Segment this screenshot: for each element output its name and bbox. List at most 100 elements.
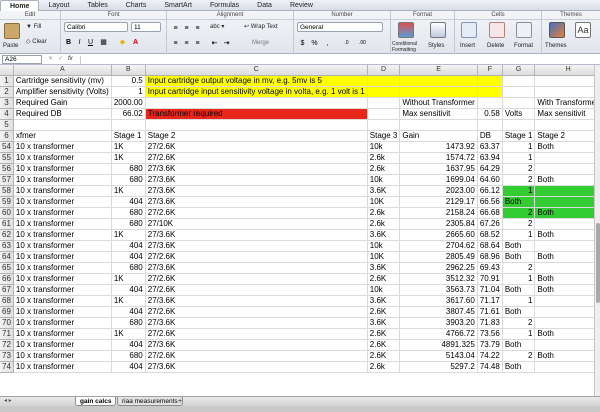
- cell[interactable]: 2.6K: [367, 350, 401, 362]
- cell[interactable]: 2: [502, 174, 536, 186]
- clear-button[interactable]: ◇ Clear: [26, 39, 47, 46]
- cell[interactable]: 404: [111, 251, 146, 263]
- row-header[interactable]: 72: [0, 339, 14, 351]
- name-box[interactable]: A26: [2, 55, 42, 64]
- cell[interactable]: 27/2.6K: [145, 328, 368, 340]
- cell[interactable]: [477, 97, 503, 109]
- paste-icon[interactable]: [4, 23, 20, 39]
- cell[interactable]: [534, 86, 594, 98]
- cell[interactable]: 73.79: [477, 339, 503, 351]
- cell[interactable]: 67.26: [477, 218, 503, 230]
- tab-tables[interactable]: Tables: [78, 0, 116, 11]
- cell[interactable]: 2: [502, 207, 536, 219]
- cell[interactable]: 10 x transformer: [13, 339, 112, 351]
- cell[interactable]: [502, 119, 536, 131]
- bold-button[interactable]: B: [64, 37, 73, 46]
- row-header[interactable]: 63: [0, 240, 14, 252]
- cell[interactable]: Both: [502, 339, 536, 351]
- italic-button[interactable]: I: [75, 37, 84, 46]
- cell[interactable]: Cartridge sensitivity (mv): [13, 75, 112, 87]
- row-header[interactable]: 5: [0, 119, 14, 131]
- delete-label[interactable]: Delete: [487, 43, 504, 50]
- font-color-icon[interactable]: A: [131, 37, 140, 46]
- cell[interactable]: 10 x transformer: [13, 295, 112, 307]
- cell[interactable]: 27/3.6K: [145, 174, 368, 186]
- row-header[interactable]: 57: [0, 174, 14, 186]
- decrease-decimal-icon[interactable]: .00: [358, 38, 367, 47]
- cell[interactable]: 404: [111, 284, 146, 296]
- tab-review[interactable]: Review: [281, 0, 322, 11]
- cell[interactable]: 10 x transformer: [13, 317, 112, 329]
- cell[interactable]: [399, 75, 478, 87]
- cell[interactable]: Input cartridge input sensitivity voltag…: [145, 86, 368, 98]
- cell[interactable]: 10K: [367, 251, 401, 263]
- cell[interactable]: 1K: [111, 229, 146, 241]
- cell[interactable]: Max sensitivit: [534, 108, 594, 120]
- scroll-thumb[interactable]: [596, 223, 600, 303]
- cell[interactable]: 70.91: [477, 273, 503, 285]
- cell[interactable]: 1574.72: [399, 152, 478, 164]
- cell[interactable]: 1: [111, 86, 146, 98]
- enter-icon[interactable]: ✓: [58, 56, 63, 63]
- cell[interactable]: 10 x transformer: [13, 174, 112, 186]
- row-header[interactable]: 56: [0, 163, 14, 175]
- cell[interactable]: 3617.60: [399, 295, 478, 307]
- cell[interactable]: 10k: [367, 284, 401, 296]
- row-header[interactable]: 3: [0, 97, 14, 109]
- align-right-icon[interactable]: ≡: [193, 23, 202, 32]
- align-bottom-icon[interactable]: ≡: [193, 38, 202, 47]
- comma-icon[interactable]: ,: [323, 38, 332, 47]
- cell[interactable]: Both: [534, 350, 594, 362]
- cell[interactable]: 3903.20: [399, 317, 478, 329]
- cell[interactable]: 680: [111, 350, 146, 362]
- conditional-formatting-icon[interactable]: [398, 22, 414, 38]
- cell[interactable]: 10 x transformer: [13, 218, 112, 230]
- cell[interactable]: 2: [534, 317, 594, 329]
- row-header[interactable]: 61: [0, 218, 14, 230]
- row-header[interactable]: 68: [0, 295, 14, 307]
- tab-data[interactable]: Data: [248, 0, 281, 11]
- tab-home[interactable]: Home: [0, 0, 40, 11]
- cell[interactable]: 680: [111, 163, 146, 175]
- row-header[interactable]: 60: [0, 207, 14, 219]
- cell[interactable]: 2: [502, 350, 536, 362]
- cell[interactable]: Both: [534, 229, 594, 241]
- cell[interactable]: 1637.95: [399, 163, 478, 175]
- cell[interactable]: 1: [502, 273, 536, 285]
- cell[interactable]: 10 x transformer: [13, 185, 112, 197]
- cell[interactable]: [145, 97, 368, 109]
- row-header[interactable]: 58: [0, 185, 14, 197]
- cell[interactable]: 64.60: [477, 174, 503, 186]
- cell[interactable]: 5297.2: [399, 361, 478, 373]
- fill-color-icon[interactable]: ◆: [118, 37, 127, 46]
- cell[interactable]: 27/3.6K: [145, 240, 368, 252]
- cell[interactable]: 66.02: [111, 108, 146, 120]
- cell[interactable]: 1: [534, 306, 594, 318]
- cell[interactable]: Required DB: [13, 108, 112, 120]
- cell[interactable]: [13, 119, 112, 131]
- cell[interactable]: [477, 86, 503, 98]
- cell[interactable]: Both: [534, 141, 594, 153]
- cell[interactable]: 404: [111, 196, 146, 208]
- cell[interactable]: With Transformer: [534, 97, 594, 109]
- cell[interactable]: 680: [111, 218, 146, 230]
- cell[interactable]: 66.56: [477, 196, 503, 208]
- cell[interactable]: 3.6K: [367, 295, 401, 307]
- cell[interactable]: Both: [502, 196, 536, 208]
- cell[interactable]: 66.68: [477, 207, 503, 219]
- cell[interactable]: [502, 75, 536, 87]
- cell[interactable]: 27/2.6K: [145, 350, 368, 362]
- cell[interactable]: Without Transformer: [399, 97, 478, 109]
- row-header[interactable]: 4: [0, 108, 14, 120]
- cell[interactable]: [477, 119, 503, 131]
- cell[interactable]: xfmer: [13, 130, 112, 142]
- cell[interactable]: 2704.62: [399, 240, 478, 252]
- themes-label[interactable]: Themes: [545, 43, 567, 50]
- cell[interactable]: 1: [502, 185, 536, 197]
- cell[interactable]: Both: [502, 251, 536, 263]
- cell[interactable]: 2.6k: [367, 361, 401, 373]
- cell[interactable]: 10 x transformer: [13, 361, 112, 373]
- cell[interactable]: 2: [502, 317, 536, 329]
- cell[interactable]: Both: [534, 284, 594, 296]
- column-header-g[interactable]: G: [502, 65, 536, 76]
